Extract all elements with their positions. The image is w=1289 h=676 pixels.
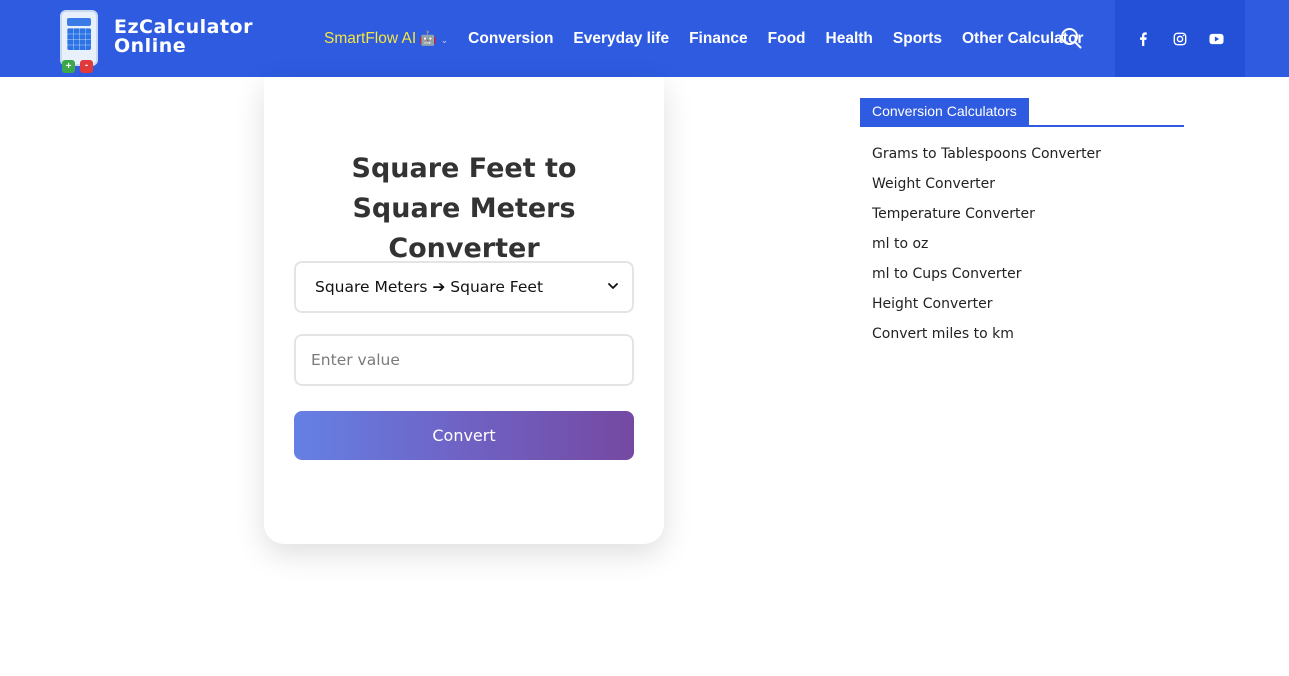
site-logo[interactable]: + - EzCalculator Online — [58, 8, 253, 73]
sidebar-title: Conversion Calculators — [860, 98, 1029, 125]
nav-item-health[interactable]: Health — [826, 30, 873, 48]
sidebar-link-temperature-converter[interactable]: Temperature Converter — [860, 205, 1184, 235]
chevron-down-icon: ⌄ — [440, 34, 449, 45]
page-title: Square Feet to Square Meters Converter — [351, 153, 577, 264]
sidebar-links: Grams to Tablespoons Converter Weight Co… — [860, 145, 1184, 355]
nav-item-smartflow-ai[interactable]: SmartFlow AI 🤖 ⌄ — [324, 30, 448, 48]
robot-icon: 🤖 — [419, 29, 437, 46]
sidebar-header: Conversion Calculators — [860, 98, 1184, 127]
logo-text: EzCalculator Online — [114, 18, 253, 56]
calculator-logo-icon: + - — [58, 8, 100, 73]
nav-item-everyday-life[interactable]: Everyday life — [573, 30, 669, 48]
conversion-direction-select[interactable]: Square Meters ➔ Square Feet — [294, 261, 634, 313]
minus-badge: - — [80, 60, 93, 73]
search-icon[interactable] — [1060, 27, 1082, 49]
plus-badge: + — [62, 60, 75, 73]
nav-item-food[interactable]: Food — [768, 30, 806, 48]
nav-item-conversion[interactable]: Conversion — [468, 30, 553, 48]
sidebar-link-ml-to-cups[interactable]: ml to Cups Converter — [860, 265, 1184, 295]
converter-card: Square Feet to Square Meters Converter S… — [264, 77, 664, 544]
facebook-icon[interactable] — [1134, 30, 1152, 48]
sidebar-link-ml-to-oz[interactable]: ml to oz — [860, 235, 1184, 265]
instagram-icon[interactable] — [1171, 30, 1189, 48]
calculator-keys — [67, 28, 91, 50]
nav-item-label: SmartFlow AI — [324, 29, 417, 47]
nav-item-sports[interactable]: Sports — [893, 30, 942, 48]
sidebar-link-miles-to-km[interactable]: Convert miles to km — [860, 325, 1184, 355]
site-header: + - EzCalculator Online SmartFlow AI 🤖 ⌄ C… — [0, 0, 1289, 77]
sidebar-link-grams-to-tablespoons[interactable]: Grams to Tablespoons Converter — [860, 145, 1184, 175]
youtube-icon[interactable] — [1208, 30, 1226, 48]
sidebar-link-weight-converter[interactable]: Weight Converter — [860, 175, 1184, 205]
selected-option-label: Square Meters ➔ Square Feet — [315, 278, 544, 296]
nav-item-finance[interactable]: Finance — [689, 30, 748, 48]
logo-line-2: Online — [114, 35, 187, 57]
chevron-down-icon — [608, 283, 618, 289]
sidebar-link-height-converter[interactable]: Height Converter — [860, 295, 1184, 325]
value-input[interactable] — [294, 334, 634, 386]
sidebar: Conversion Calculators Grams to Tablespo… — [860, 98, 1184, 355]
calculator-screen — [67, 18, 91, 26]
calculator-body — [60, 10, 98, 66]
main-nav: SmartFlow AI 🤖 ⌄ Conversion Everyday life … — [324, 0, 1103, 77]
convert-button[interactable]: Convert — [294, 411, 634, 460]
social-links — [1115, 0, 1245, 77]
